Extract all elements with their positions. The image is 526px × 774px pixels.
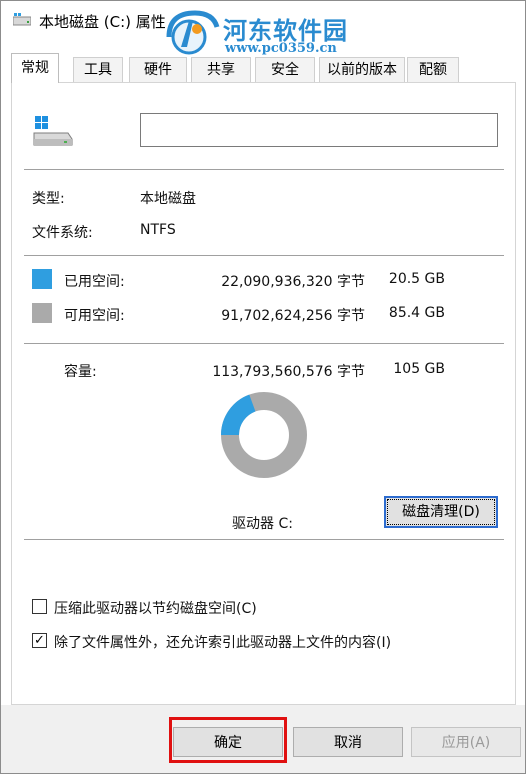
disk-usage-donut <box>221 392 307 478</box>
apply-button[interactable]: 应用(A) <box>411 727 521 757</box>
check-icon: ✓ <box>34 633 45 648</box>
cancel-button[interactable]: 取消 <box>293 727 403 757</box>
free-space-label: 可用空间: <box>64 308 125 324</box>
hard-drive-windows-icon <box>33 116 73 146</box>
general-panel: 类型: 本地磁盘 文件系统: NTFS 已用空间: 22,090,936,320… <box>11 82 516 705</box>
used-space-label: 已用空间: <box>64 274 125 290</box>
filesystem-label: 文件系统: <box>32 225 93 241</box>
capacity-label: 容量: <box>64 364 97 380</box>
site-logo-icon <box>166 10 220 55</box>
tab-hardware[interactable]: 硬件 <box>129 57 187 82</box>
tab-previous-versions[interactable]: 以前的版本 <box>319 57 405 82</box>
separator <box>24 343 504 344</box>
used-space-swatch <box>32 269 52 289</box>
properties-window: 本地磁盘 (C:) 属性 河东软件园 www.pc0359.cn 常规 工具 硬… <box>0 0 526 774</box>
free-space-bytes: 91,702,624,256 字节 <box>221 308 365 324</box>
free-space-size: 85.4 GB <box>388 305 445 321</box>
volume-label-input[interactable] <box>140 113 498 147</box>
tab-tools[interactable]: 工具 <box>73 57 123 82</box>
separator <box>24 539 504 540</box>
tab-general[interactable]: 常规 <box>11 53 59 83</box>
used-space-bytes: 22,090,936,320 字节 <box>221 274 365 290</box>
drive-icon <box>13 13 31 26</box>
separator <box>24 255 504 256</box>
compress-checkbox-label: 压缩此驱动器以节约磁盘空间(C) <box>54 601 257 617</box>
capacity-size: 105 GB <box>393 361 445 377</box>
window-title: 本地磁盘 (C:) 属性 <box>39 13 166 31</box>
tab-security[interactable]: 安全 <box>255 57 315 82</box>
disk-cleanup-button-label: 磁盘清理(D) <box>387 499 495 525</box>
dialog-footer: 确定 取消 应用(A) <box>1 705 525 773</box>
free-space-swatch <box>32 303 52 323</box>
site-watermark: 河东软件园 www.pc0359.cn <box>163 5 363 59</box>
type-label: 类型: <box>32 191 65 207</box>
used-space-size: 20.5 GB <box>388 271 445 287</box>
compress-checkbox[interactable] <box>32 599 47 614</box>
tab-quota[interactable]: 配额 <box>407 57 459 82</box>
ok-button[interactable]: 确定 <box>173 727 283 757</box>
capacity-bytes: 113,793,560,576 字节 <box>212 364 365 380</box>
disk-cleanup-button[interactable]: 磁盘清理(D) <box>384 496 498 528</box>
filesystem-value: NTFS <box>140 222 176 238</box>
index-checkbox-label: 除了文件属性外，还允许索引此驱动器上文件的内容(I) <box>54 635 392 651</box>
tab-sharing[interactable]: 共享 <box>191 57 251 82</box>
index-checkbox[interactable]: ✓ <box>32 633 47 648</box>
watermark-url: www.pc0359.cn <box>225 41 337 56</box>
type-value: 本地磁盘 <box>140 191 196 207</box>
drive-letter-label: 驱动器 C: <box>232 516 293 532</box>
separator <box>24 169 504 170</box>
